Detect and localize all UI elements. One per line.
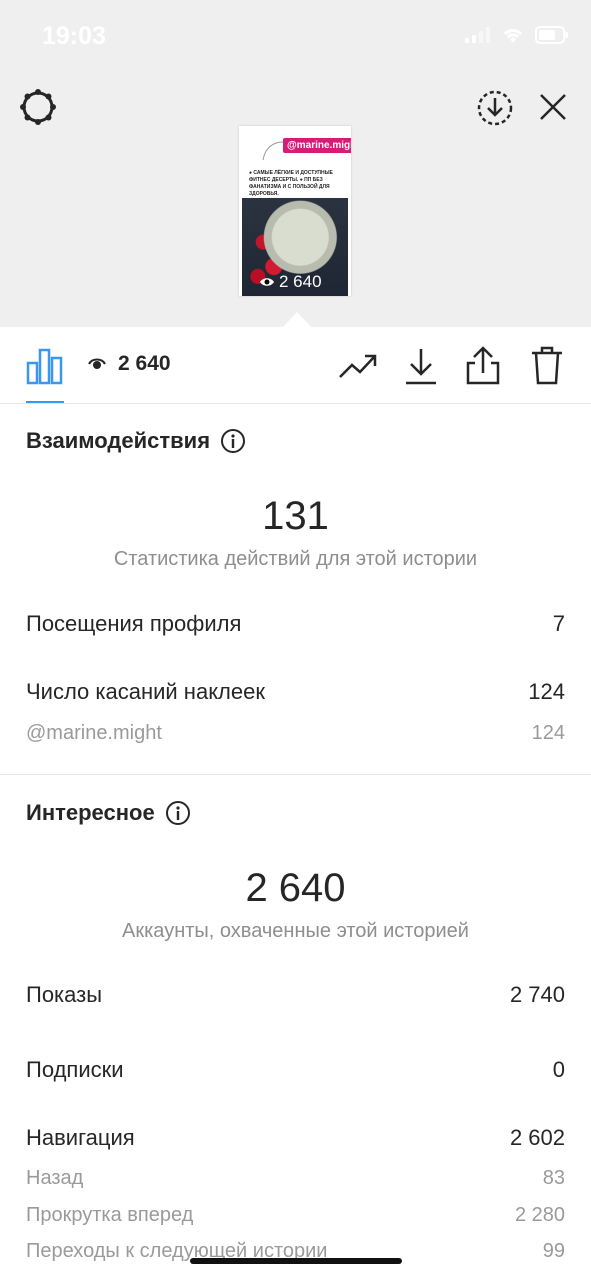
viewers-button[interactable]: 2 640 [88, 352, 171, 376]
stat-label: Число касаний наклеек [26, 679, 265, 704]
stat-value: 7 [552, 611, 565, 636]
viewers-count: 2 640 [118, 352, 171, 375]
stat-row: Посещения профиля 7 [26, 611, 565, 637]
insights-bar-chart-icon[interactable] [26, 347, 64, 385]
stat-row: Подписки 0 [26, 1057, 565, 1083]
stat-label: Прокрутка вперед [26, 1204, 194, 1226]
stat-value: 124 [531, 722, 565, 744]
stat-value: 0 [552, 1057, 565, 1082]
stat-value: 124 [528, 679, 565, 704]
story-text: ● САМЫЕ ЛЁГКИЕ И ДОСТУПНЫЕ ФИТНЕС ДЕСЕРТ… [249, 170, 333, 197]
interactions-total: 131 [262, 494, 329, 538]
stat-subrow: @marine.might 124 [26, 722, 565, 745]
delete-trash-icon[interactable] [530, 345, 564, 385]
home-indicator[interactable] [190, 1258, 402, 1264]
thumbnail-pointer [283, 312, 311, 327]
stat-label: @marine.might [26, 722, 162, 744]
battery-icon [535, 26, 568, 44]
story-preview-area: 19:03 @marine.mig ● САМЫЕ ЛЁГКИЕ И ДОСТУ… [0, 0, 591, 327]
eye-icon [260, 278, 274, 286]
stat-value: 83 [542, 1167, 565, 1189]
stat-subrow: Прокрутка вперед 2 280 [26, 1204, 565, 1227]
stat-subrow: Назад 83 [26, 1167, 565, 1190]
discovery-subtitle: Аккаунты, охваченные этой историей [122, 920, 469, 942]
stat-value: 2 602 [509, 1125, 565, 1150]
discovery-heading: Интересное [26, 800, 191, 826]
promote-trend-icon[interactable] [338, 351, 378, 381]
active-tab-indicator [26, 401, 64, 403]
stat-value: 2 280 [514, 1204, 565, 1226]
stat-label: Навигация [26, 1125, 135, 1150]
story-thumbnail[interactable]: @marine.might ● САМЫЕ ЛЁГКИЕ И ДОСТУПНЫЕ… [239, 126, 351, 296]
stat-label: Показы [26, 982, 103, 1007]
stat-value: 99 [542, 1240, 565, 1262]
interactions-subtitle: Статистика действий для этой истории [113, 548, 478, 570]
stat-value: 2 740 [509, 982, 565, 1007]
stat-label: Подписки [26, 1057, 124, 1082]
stat-label: Назад [26, 1167, 84, 1189]
stat-row: Показы 2 740 [26, 982, 565, 1008]
discovery-title: Интересное [26, 800, 155, 825]
info-icon[interactable] [165, 800, 191, 826]
share-icon[interactable] [466, 345, 500, 385]
story-mention-sticker: @marine.might [283, 138, 351, 153]
info-icon[interactable] [220, 428, 246, 454]
eye-icon [88, 358, 106, 369]
wifi-icon [503, 29, 523, 43]
story-views: 2 640 [259, 272, 322, 292]
interactions-heading: Взаимодействия [26, 428, 246, 454]
save-download-icon[interactable] [476, 89, 514, 127]
story-views-count: 2 640 [279, 272, 322, 291]
discovery-total: 2 640 [245, 866, 346, 910]
story-toolbar: 2 640 [0, 327, 591, 404]
section-divider [0, 774, 591, 775]
interactions-title: Взаимодействия [26, 428, 211, 453]
close-icon[interactable] [537, 91, 569, 123]
settings-icon[interactable] [18, 87, 58, 127]
download-icon[interactable] [404, 347, 438, 385]
stat-row: Число касаний наклеек 124 [26, 679, 565, 705]
signal-icon [465, 27, 490, 43]
stat-row: Навигация 2 602 [26, 1125, 565, 1151]
status-time: 19:03 [42, 22, 106, 50]
stat-label: Посещения профиля [26, 611, 242, 636]
status-bar: 19:03 [0, 0, 591, 70]
